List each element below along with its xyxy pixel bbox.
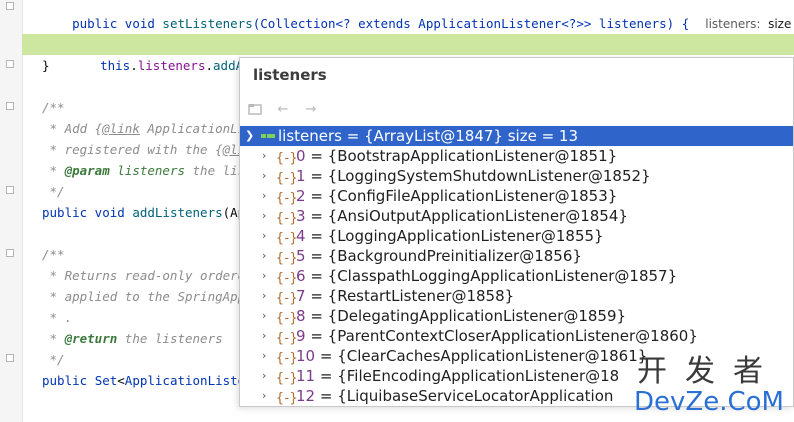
code-line: public void setListeners(Collection<? ex…	[72, 16, 792, 31]
chevron-right-icon[interactable]: ›	[262, 286, 266, 306]
tree-item-label: 9 = {ParentContextCloserApplicationListe…	[296, 326, 698, 346]
tree-item-label: 5 = {BackgroundPreinitializer@1856}	[296, 246, 582, 266]
chevron-right-icon[interactable]: ›	[262, 266, 266, 286]
tree-item-label: 4 = {LoggingApplicationListener@1855}	[296, 226, 604, 246]
code-line: this.listeners = new ArrayList<>();	[22, 13, 794, 52]
item-value: = {ConfigFileApplicationListener@1853}	[305, 187, 618, 205]
item-index: 1	[296, 167, 306, 185]
tree-item-label: 7 = {RestartListener@1858}	[296, 286, 514, 306]
chevron-right-icon[interactable]: ›	[262, 366, 266, 386]
tree-root-listeners[interactable]: ❯ listeners = {ArrayList@1847} size = 13	[240, 126, 793, 146]
item-index: 12	[296, 387, 316, 405]
watermark-cn: 开发者	[637, 354, 781, 389]
item-value: = {LoggingApplicationListener@1855}	[305, 227, 604, 245]
editor-gutter[interactable]	[0, 0, 23, 422]
watch-variable-icon	[261, 134, 275, 138]
chevron-down-icon[interactable]: ❯	[245, 126, 254, 146]
item-value: = {BootstrapApplicationListener@1851}	[305, 147, 618, 165]
root-label: listeners = {ArrayList@1847} size = 13	[278, 127, 579, 145]
back-arrow-icon[interactable]: ←	[274, 100, 292, 118]
item-value: = {ClasspathLoggingApplicationListener@1…	[305, 267, 678, 285]
tree-item[interactable]: › {-} 5 = {BackgroundPreinitializer@1856}	[240, 246, 793, 266]
popup-toolbar: ← →	[246, 98, 320, 120]
item-index: 9	[296, 327, 306, 345]
item-value: = {LoggingSystemShutdownListener@1852}	[305, 167, 651, 185]
tree-item-label: 3 = {AnsiOutputApplicationListener@1854}	[296, 206, 628, 226]
chevron-right-icon[interactable]: ›	[262, 306, 266, 326]
tree-item[interactable]: › {-} 2 = {ConfigFileApplicationListener@1…	[240, 186, 793, 206]
tree-item[interactable]: › {-} 1 = {LoggingSystemShutdownListener@1…	[240, 166, 793, 186]
fold-marker[interactable]	[6, 60, 14, 68]
watermark-en: DevZe.CoM	[634, 387, 784, 417]
frame-icon[interactable]	[246, 100, 264, 118]
item-value: = {RestartListener@1858}	[305, 287, 515, 305]
item-index: 10	[296, 347, 316, 365]
tree-item-label: 8 = {DelegatingApplicationListener@1859}	[296, 306, 626, 326]
fold-marker[interactable]	[6, 249, 14, 257]
item-index: 2	[296, 187, 306, 205]
tree-item[interactable]: › {-} 9 = {ParentContextCloserApplicationL…	[240, 326, 793, 346]
tree-item[interactable]: › {-} 4 = {LoggingApplicationListener@1855…	[240, 226, 793, 246]
item-index: 4	[296, 227, 306, 245]
tree-item-label: 0 = {BootstrapApplicationListener@1851}	[296, 146, 617, 166]
item-value: = {LiquibaseServiceLocatorApplication	[315, 387, 614, 405]
tree-item-label: 2 = {ConfigFileApplicationListener@1853}	[296, 186, 617, 206]
chevron-right-icon[interactable]: ›	[262, 226, 266, 246]
tree-item-label: 12 = {LiquibaseServiceLocatorApplication	[296, 386, 613, 406]
fold-marker[interactable]	[6, 354, 14, 362]
item-value: = {DelegatingApplicationListener@1859}	[305, 307, 627, 325]
current-exec-line: this.listeners.addAll(listeners);listene…	[22, 34, 794, 73]
chevron-right-icon[interactable]: ›	[262, 206, 266, 226]
tree-item[interactable]: › {-} 7 = {RestartListener@1858}	[240, 286, 793, 306]
forward-arrow-icon[interactable]: →	[302, 100, 320, 118]
item-index: 8	[296, 307, 306, 325]
tree-item[interactable]: › {-} 6 = {ClasspathLoggingApplicationList…	[240, 266, 793, 286]
item-index: 5	[296, 247, 306, 265]
chevron-right-icon[interactable]: ›	[262, 386, 266, 406]
tree-item-label: 6 = {ClasspathLoggingApplicationListener…	[296, 266, 677, 286]
popup-title: listeners	[253, 66, 327, 84]
item-value: = {FileEncodingApplicationListener@18	[315, 367, 620, 385]
site-watermark: 开发者 DevZe.CoM	[634, 354, 784, 417]
tree-item-label: 11 = {FileEncodingApplicationListener@18	[296, 366, 619, 386]
chevron-right-icon[interactable]: ›	[262, 326, 266, 346]
item-index: 6	[296, 267, 306, 285]
tree-item-label: 1 = {LoggingSystemShutdownListener@1852}	[296, 166, 651, 186]
chevron-right-icon[interactable]: ›	[262, 346, 266, 366]
chevron-right-icon[interactable]: ›	[262, 146, 266, 166]
list-element-icon: {-}	[276, 391, 298, 406]
item-value: = {BackgroundPreinitializer@1856}	[305, 247, 582, 265]
chevron-right-icon[interactable]: ›	[262, 246, 266, 266]
fold-marker[interactable]	[6, 186, 14, 194]
tree-item-label: 10 = {ClearCachesApplicationListener@186…	[296, 346, 647, 366]
item-index: 3	[296, 207, 306, 225]
chevron-right-icon[interactable]: ›	[262, 166, 266, 186]
fold-marker[interactable]	[6, 102, 14, 110]
chevron-right-icon[interactable]: ›	[262, 186, 266, 206]
item-index: 11	[296, 367, 316, 385]
tree-item[interactable]: › {-} 3 = {AnsiOutputApplicationListener@1…	[240, 206, 793, 226]
item-value: = {ParentContextCloserApplicationListene…	[305, 327, 698, 345]
tree-item[interactable]: › {-} 0 = {BootstrapApplicationListener@18…	[240, 146, 793, 166]
fold-marker[interactable]	[6, 2, 14, 10]
tree-item[interactable]: › {-} 8 = {DelegatingApplicationListener@1…	[240, 306, 793, 326]
item-value: = {ClearCachesApplicationListener@1861}	[315, 347, 648, 365]
item-index: 0	[296, 147, 306, 165]
item-value: = {AnsiOutputApplicationListener@1854}	[305, 207, 628, 225]
item-index: 7	[296, 287, 306, 305]
